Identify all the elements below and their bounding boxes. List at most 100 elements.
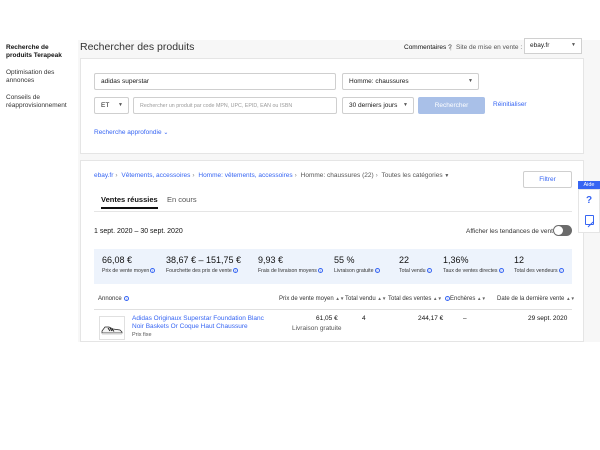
category-select-value: Homme: chaussures	[349, 78, 409, 85]
column-header-total-sales[interactable]: Total des ventes ▲▼ i	[388, 296, 450, 302]
chevron-down-icon: ▼	[571, 42, 576, 48]
column-header-avg-price[interactable]: Prix de vente moyen ▲▼	[279, 296, 344, 302]
toggle-knob	[554, 226, 563, 235]
sidebar-item-product-research[interactable]: Recherche de produits Terapeak	[6, 44, 76, 60]
advanced-search-link[interactable]: Recherche approfondie ⌄	[94, 129, 168, 136]
filter-button[interactable]: Filtrer	[523, 171, 572, 188]
kpi-value: 38,67 € – 151,75 €	[166, 255, 242, 265]
column-header-last-sale[interactable]: Date de la dernière vente ▲▼	[497, 296, 575, 302]
info-icon[interactable]: i	[317, 268, 323, 274]
listing-format: Prix fixe	[132, 332, 152, 338]
period-select-value: 30 derniers jours	[349, 102, 398, 109]
column-header-label: Enchères	[450, 296, 476, 302]
breadcrumb-separator: ›	[294, 172, 297, 179]
chevron-down-icon: ▼	[118, 102, 123, 108]
kpi-free-shipping: 55 % Livraison gratuite i	[334, 255, 380, 274]
column-header-label: Total des ventes	[388, 296, 432, 303]
breadcrumb-item-current: Homme: chaussures (22)	[300, 172, 374, 179]
search-button[interactable]: Rechercher	[418, 97, 485, 114]
kpi-value: 66,08 €	[102, 255, 133, 265]
tab-active[interactable]: En cours	[167, 195, 197, 204]
kpi-label: Fourchette des prix de vente	[166, 268, 232, 274]
pencil-icon	[587, 221, 594, 228]
sneaker-image	[101, 326, 123, 335]
column-header-bids[interactable]: Enchères ▲▼	[450, 296, 486, 302]
kpi-label: Total des vendeurs	[514, 268, 558, 274]
product-code-input[interactable]: Rechercher un produit par code MPN, UPC,…	[133, 97, 337, 114]
info-icon[interactable]: i	[124, 296, 130, 301]
reset-link[interactable]: Réinitialiser	[493, 101, 527, 108]
cell-total-sales: 244,17 €	[418, 315, 444, 322]
info-icon[interactable]: i	[498, 268, 504, 274]
cell-shipping: Livraison gratuite	[292, 325, 342, 332]
page-title: Rechercher des produits	[80, 41, 195, 53]
column-header-label: Annonce	[98, 296, 122, 303]
column-header-listing: Annonce i	[98, 296, 130, 303]
help-tab[interactable]: Aide	[578, 181, 600, 189]
all-categories-label: Toutes les catégories	[381, 172, 443, 179]
column-header-total-sold[interactable]: Total vendu ▲▼	[345, 296, 386, 302]
help-panel: ?	[578, 189, 600, 233]
listing-title-link[interactable]: Adidas Originaux Superstar Foundation Bl…	[132, 315, 264, 331]
breadcrumb-separator: ›	[192, 172, 195, 179]
sidebar-item-listing-optimization[interactable]: Optimisation des annonces	[6, 69, 76, 85]
kpi-bar: 66,08 € Prix de vente moyen i 38,67 € – 1…	[94, 249, 572, 284]
kpi-total-sold: 22 Total vendu i	[399, 255, 432, 274]
breadcrumb-item[interactable]: Vêtements, accessoires	[121, 172, 190, 179]
sort-icon: ▲▼	[477, 296, 486, 301]
cell-avg-price: 61,05 €	[316, 315, 338, 322]
kpi-value: 12	[514, 255, 525, 265]
search-card: adidas superstar Homme: chaussures ▼ ET …	[80, 58, 584, 154]
operator-select-value: ET	[101, 102, 110, 109]
cell-bids: –	[463, 315, 467, 322]
divider	[94, 211, 572, 212]
info-icon[interactable]: i	[232, 268, 238, 274]
cell-last-sale: 29 sept. 2020	[528, 315, 568, 322]
sort-icon: ▲▼	[335, 296, 345, 301]
breadcrumb-item[interactable]: Homme: vêtements, accessoires	[198, 172, 292, 179]
main-content: Rechercher des produits Commentaires ? |…	[78, 38, 600, 342]
period-select[interactable]: 30 derniers jours ▼	[342, 97, 414, 114]
tab-sold[interactable]: Ventes réussies	[101, 195, 158, 209]
kpi-label: Total vendu	[399, 268, 426, 274]
header-separator: |	[450, 44, 452, 51]
table-header: Annonce i Prix de vente moyen ▲▼ Total v…	[94, 296, 575, 308]
divider	[94, 309, 572, 310]
all-categories-dropdown[interactable]: Toutes les catégories ▼	[382, 172, 450, 179]
category-select[interactable]: Homme: chaussures ▼	[342, 73, 479, 90]
trend-toggle-label: Afficher les tendances de vente	[466, 228, 557, 235]
search-input[interactable]: adidas superstar	[94, 73, 336, 90]
info-icon[interactable]: i	[426, 268, 432, 274]
kpi-label: Frais de livraison moyens	[258, 268, 317, 274]
kpi-value: 9,93 €	[258, 255, 284, 265]
site-label: Site de mise en vente :	[456, 44, 523, 51]
kpi-label: Taux de ventes directes	[443, 268, 498, 274]
trend-toggle[interactable]	[553, 225, 572, 236]
date-range: 1 sept. 2020 – 30 sept. 2020	[94, 228, 183, 235]
help-question-icon[interactable]: ?	[586, 195, 592, 206]
breadcrumb-separator: ›	[115, 172, 118, 179]
kpi-label: Prix de vente moyen	[102, 268, 150, 274]
kpi-sellers: 12 Total des vendeurs i	[514, 255, 564, 274]
sort-icon: ▲▼	[377, 296, 387, 301]
comments-link[interactable]: Commentaires ?	[404, 44, 452, 51]
product-thumbnail[interactable]	[99, 316, 125, 340]
breadcrumb-item[interactable]: ebay.fr	[94, 172, 113, 179]
info-icon[interactable]: i	[558, 268, 564, 274]
chevron-down-icon: ▼	[468, 78, 473, 84]
feedback-icon[interactable]	[585, 215, 594, 228]
info-icon[interactable]: i	[444, 296, 450, 301]
site-select[interactable]: ebay.fr ▼	[524, 38, 582, 54]
operator-select[interactable]: ET ▼	[94, 97, 129, 114]
sidebar: Recherche de produits Terapeak Optimisat…	[0, 40, 78, 342]
info-icon[interactable]: i	[374, 268, 380, 274]
sidebar-item-restock-advice[interactable]: Conseils de réapprovisionnement	[6, 94, 76, 110]
kpi-sell-through: 1,36% Taux de ventes directes i	[443, 255, 504, 274]
kpi-price-range: 38,67 € – 151,75 € Fourchette des prix d…	[166, 255, 241, 274]
results-card: ebay.fr › Vêtements, accessoires › Homme: …	[80, 160, 584, 342]
column-header-label: Prix de vente moyen	[279, 296, 334, 302]
chevron-down-icon: ▼	[403, 102, 408, 108]
info-icon[interactable]: i	[150, 268, 156, 274]
sort-icon: ▲▼	[566, 296, 575, 301]
advanced-search-label: Recherche approfondie	[94, 129, 162, 136]
